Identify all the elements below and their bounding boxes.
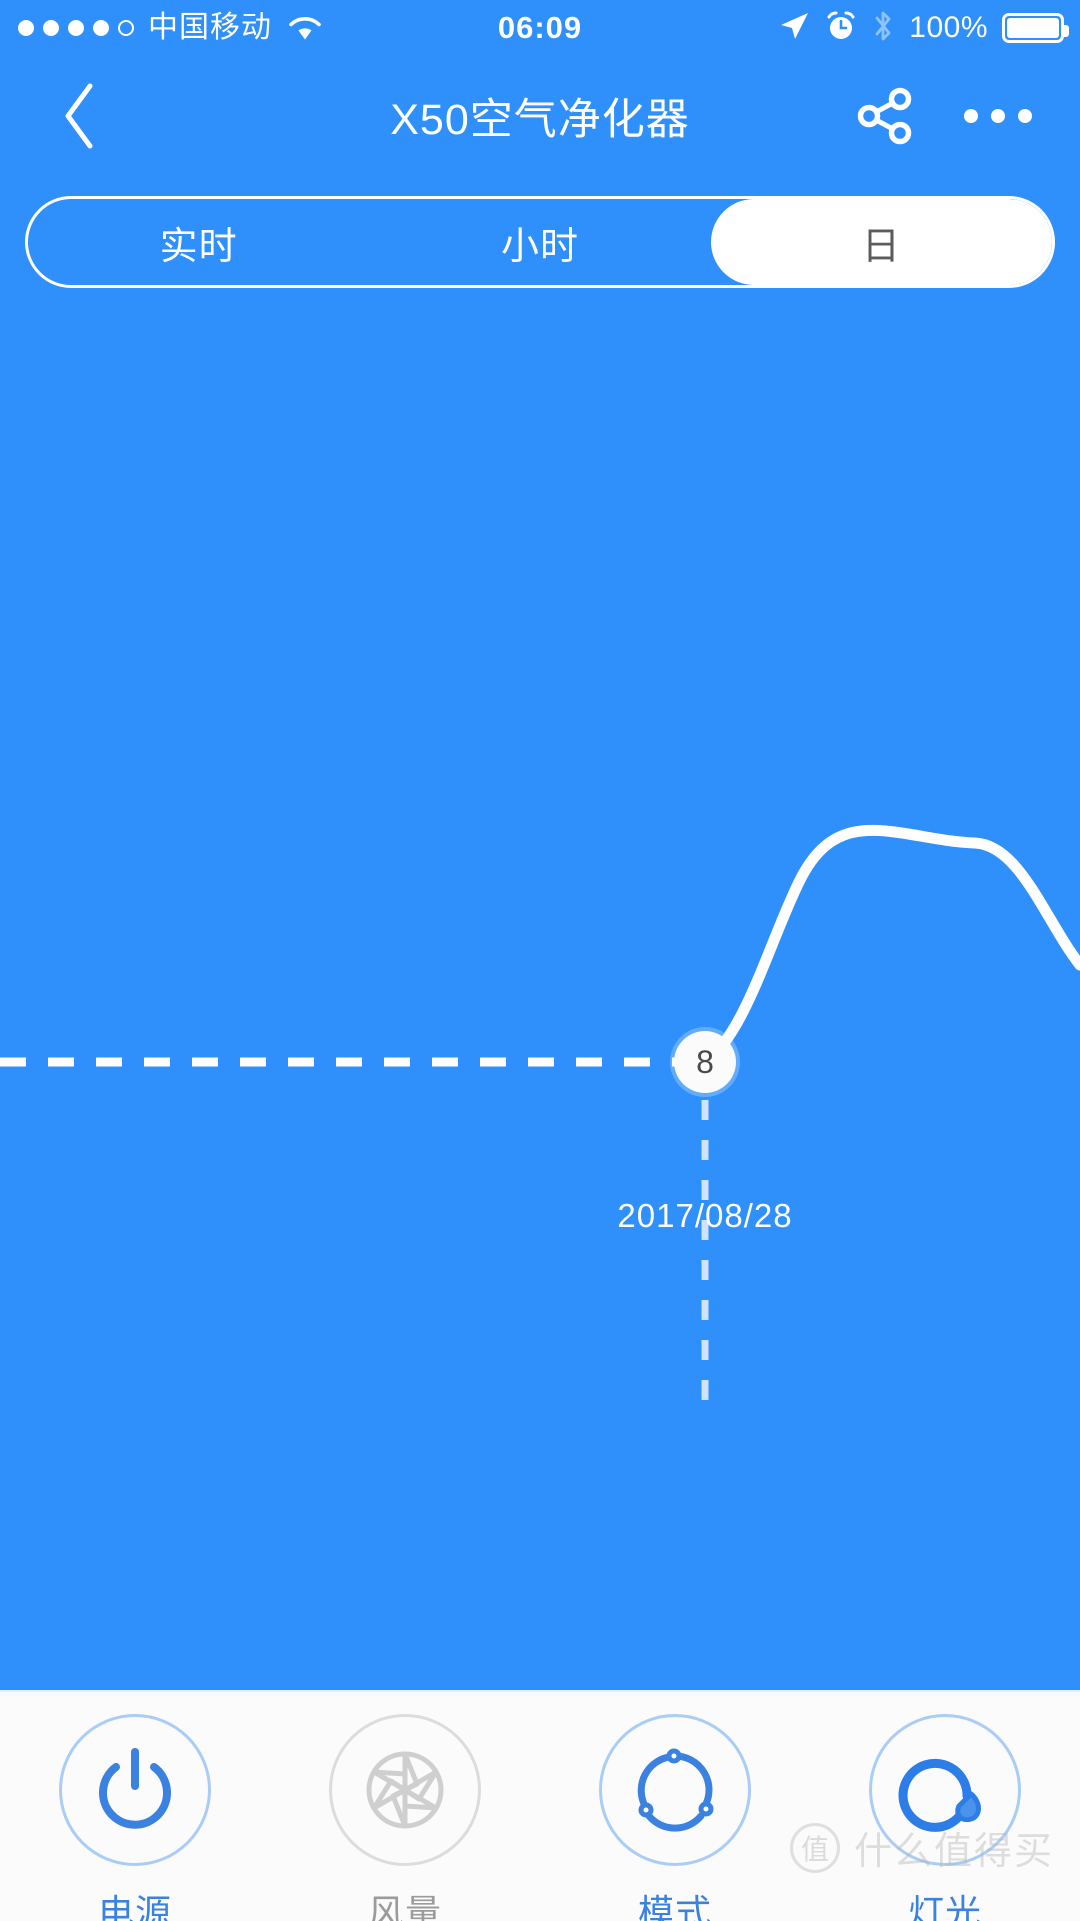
light-icon: [898, 1758, 981, 1832]
chart-canvas: [0, 824, 1080, 1420]
control-fan-ring: [329, 1714, 481, 1866]
battery-icon: [1002, 13, 1069, 43]
share-icon: [857, 87, 912, 145]
more-options-button[interactable]: [948, 56, 1048, 176]
air-quality-chart[interactable]: 8 2017/08/28: [0, 300, 1080, 1690]
selected-data-point[interactable]: 8: [674, 1031, 736, 1093]
tab-realtime[interactable]: 实时: [28, 199, 369, 285]
control-fan[interactable]: 风量: [305, 1714, 505, 1921]
control-mode-label: 模式: [637, 1892, 712, 1921]
control-mode-ring: [599, 1714, 751, 1866]
data-line-path: [699, 824, 1080, 1068]
tab-day[interactable]: 日: [710, 199, 1052, 285]
control-light-label: 灯光: [907, 1892, 982, 1921]
control-fan-label: 风量: [367, 1892, 442, 1921]
power-icon: [99, 1748, 171, 1829]
device-control-bar: 电源 风量 模式 灯光: [0, 1690, 1080, 1921]
control-mode[interactable]: 模式: [575, 1714, 775, 1921]
fan-icon: [366, 1751, 444, 1829]
control-power-label: 电源: [97, 1892, 172, 1921]
mode-icon: [637, 1748, 714, 1832]
time-range-tabs: 实时 小时 日: [25, 196, 1055, 288]
control-light[interactable]: 灯光: [845, 1714, 1045, 1921]
tab-hour[interactable]: 小时: [369, 199, 710, 285]
selected-date-label: 2017/08/28: [617, 1197, 793, 1234]
navigation-bar: X50空气净化器: [0, 56, 1080, 176]
status-bar-clock: 06:09: [497, 10, 583, 45]
more-horizontal-icon: [964, 109, 978, 123]
control-power[interactable]: 电源: [35, 1714, 235, 1921]
control-light-ring: [869, 1714, 1021, 1866]
control-power-ring: [59, 1714, 211, 1866]
app-screen: 中国移动 06:09 100% X50空气净化器 实时 小时 日 8 2017/…: [0, 0, 1080, 1921]
status-bar: 中国移动 06:09 100%: [0, 0, 1080, 56]
share-button[interactable]: [840, 56, 930, 176]
